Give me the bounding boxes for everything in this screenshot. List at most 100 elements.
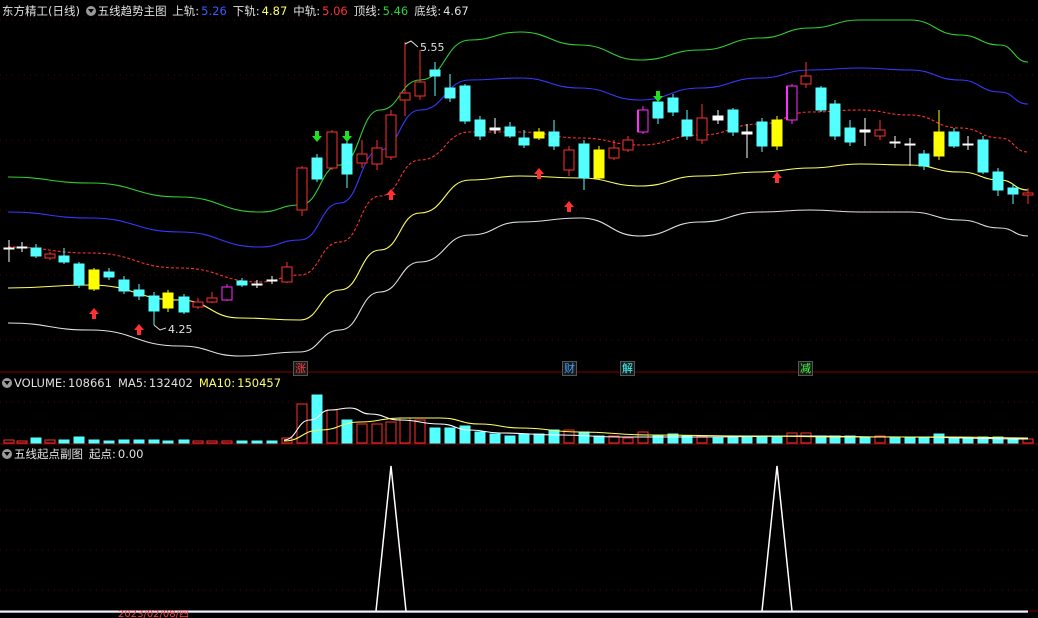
volume-bar [385,421,397,444]
candlestick [696,104,708,144]
bottom-date-label: 2023/02/08/四 [118,610,190,618]
candlestick [414,50,426,100]
candlestick [44,252,56,260]
volume-bar [236,440,248,444]
candlestick [399,42,411,116]
candle-body [992,171,1004,191]
candle-body [148,295,160,312]
volume-bar [192,440,204,444]
candle-body [459,85,471,122]
candlestick [474,116,486,140]
candlestick [162,290,174,312]
candle-body [563,149,575,171]
candlestick [771,116,783,150]
candlestick [948,128,960,148]
candle-body [696,117,708,141]
volume-bar [3,439,15,444]
event-badge-cai[interactable]: 财 [562,361,577,376]
volume-bar [221,440,233,444]
candle-body [206,297,218,303]
candle-body [712,115,724,121]
candle-body [533,131,545,139]
volume-bar [399,417,411,444]
candlestick [727,108,739,136]
candle-body [474,119,486,137]
candle-body [727,109,739,133]
main-item-label-2: 中轨: [293,4,321,18]
candle-body [16,246,28,249]
candlestick [533,128,545,140]
sub-indicator-menu-icon[interactable] [2,449,12,459]
sell-arrow-icon [342,131,352,142]
indicator-menu-icon[interactable] [85,6,96,16]
volume-bar [533,433,545,444]
candlestick [992,168,1004,196]
top-line [7,19,1029,213]
candle-body [444,87,456,99]
main-indicator-name[interactable]: 五线趋势主图 [98,4,167,18]
candlestick [859,118,871,146]
main-item-label-0: 上轨: [172,4,200,18]
volume-bar [622,437,634,444]
candle-body [236,280,248,286]
candlestick [504,122,516,138]
candlestick [3,240,15,262]
candle-body [251,283,263,286]
candle-body [918,153,930,167]
candle-body [874,129,886,137]
volume-bar [148,439,160,444]
candlestick [800,62,812,88]
candle-body [281,266,293,283]
volume-bar [444,427,456,444]
volume-bar [118,439,130,444]
candlestick [16,242,28,252]
sub-indicator-name[interactable]: 五线起点副图 [14,447,83,461]
candle-body [756,121,768,147]
candle-body [771,119,783,147]
start-point-spike [375,465,407,612]
candle-body [889,141,901,144]
buy-arrow-icon [772,172,782,183]
candlestick [148,292,160,325]
candlestick [593,146,605,180]
volume-bar [712,437,724,444]
candlestick [962,136,974,150]
stock-name[interactable]: 东方精工(日线) [2,4,80,18]
candlestick [118,276,130,294]
sub-item-value: 0.00 [117,447,144,461]
candle-body [859,129,871,133]
sell-arrow-icon [653,91,663,102]
volume-bar [889,437,901,444]
high-price-label: 5.55 [420,41,445,54]
candlestick [444,74,456,102]
volume-header: VOLUME: 108661 MA5: 132402 MA10: 150457 [2,375,283,391]
main-item-value-3: 5.46 [382,4,409,18]
event-badge-jie[interactable]: 解 [620,361,635,376]
kline-chart[interactable] [0,0,1038,618]
event-badge-zhang[interactable]: 涨 [293,361,308,376]
candle-body [1007,187,1019,195]
volume-menu-icon[interactable] [2,378,12,388]
candlestick [326,130,338,170]
high-pointer [404,40,419,48]
volume-bar [133,439,145,444]
candlestick [786,84,798,124]
candle-body [800,75,812,85]
buy-arrow-icon [564,201,574,212]
candlestick [192,298,204,309]
candlestick [712,110,724,124]
volume-bar [414,419,426,444]
volume-bar [800,432,812,444]
volume-bar [371,423,383,444]
ma5-label: MA5: [117,376,147,390]
candle-body [30,247,42,257]
main-item-value-2: 5.06 [322,4,348,18]
main-item-value-0: 5.26 [201,4,227,18]
volume-bar [504,435,516,444]
lower-band [7,163,1029,321]
volume-bar [518,433,530,444]
event-badge-jian[interactable]: 减 [798,361,813,376]
candlestick [236,278,248,287]
candle-body [178,296,190,313]
candlestick [311,154,323,182]
